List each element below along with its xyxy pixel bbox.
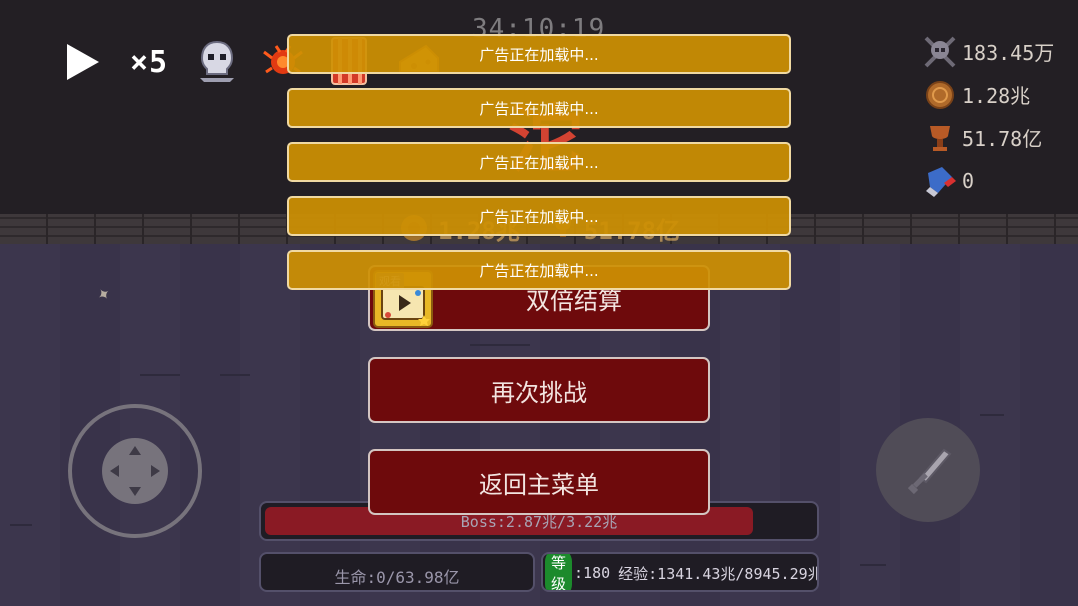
attack-button[interactable] — [876, 418, 980, 522]
experience-label: 经验:1341.43兆/8945.29兆 — [618, 564, 819, 583]
ad-loading-banner: 广告正在加载中... — [287, 88, 791, 128]
movement-joystick[interactable] — [68, 404, 202, 538]
stat-kills: 183.45万 — [922, 30, 1072, 73]
ad-loading-banner: 广告正在加载中... — [287, 142, 791, 182]
ad-loading-banner: 广告正在加载中... — [287, 196, 791, 236]
joystick-knob[interactable] — [102, 438, 168, 504]
speed-multiplier[interactable]: ×5 — [130, 45, 168, 80]
resource-stats: 183.45万 1.28兆 51.78亿 0 — [922, 30, 1072, 202]
arrow-down-icon — [129, 487, 141, 496]
arrow-right-icon — [151, 465, 160, 477]
retry-button[interactable]: 再次挑战 — [368, 357, 710, 423]
play-icon — [67, 44, 99, 80]
ad-loading-banner: 广告正在加载中... — [287, 250, 791, 290]
experience-bar: 等级 :180 经验:1341.43兆/8945.29兆 — [541, 552, 819, 592]
level-value: :180 — [574, 564, 611, 582]
ghost-skull-icon — [194, 38, 240, 84]
magnet-icon — [926, 166, 956, 197]
trophy-icon — [930, 125, 950, 151]
player-health-bar: 生命:0/63.98亿 — [259, 552, 535, 592]
dagger-icon — [907, 448, 952, 495]
level-badge: 等级 — [545, 554, 573, 590]
player-health-label: 生命:0/63.98亿 — [334, 568, 460, 587]
arrow-left-icon — [110, 465, 119, 477]
stat-magnets: 0 — [922, 159, 1072, 202]
stat-coins: 1.28兆 — [922, 73, 1072, 116]
ad-loading-banner: 广告正在加载中... — [287, 34, 791, 74]
top-left-hud: ×5 — [62, 38, 168, 86]
skull-crossbones-icon — [924, 36, 956, 67]
bronze-coin-icon — [926, 80, 954, 109]
main-menu-button[interactable]: 返回主菜单 — [368, 449, 710, 515]
arrow-up-icon — [129, 446, 141, 455]
stat-trophies: 51.78亿 — [922, 116, 1072, 159]
play-button[interactable] — [62, 41, 104, 83]
